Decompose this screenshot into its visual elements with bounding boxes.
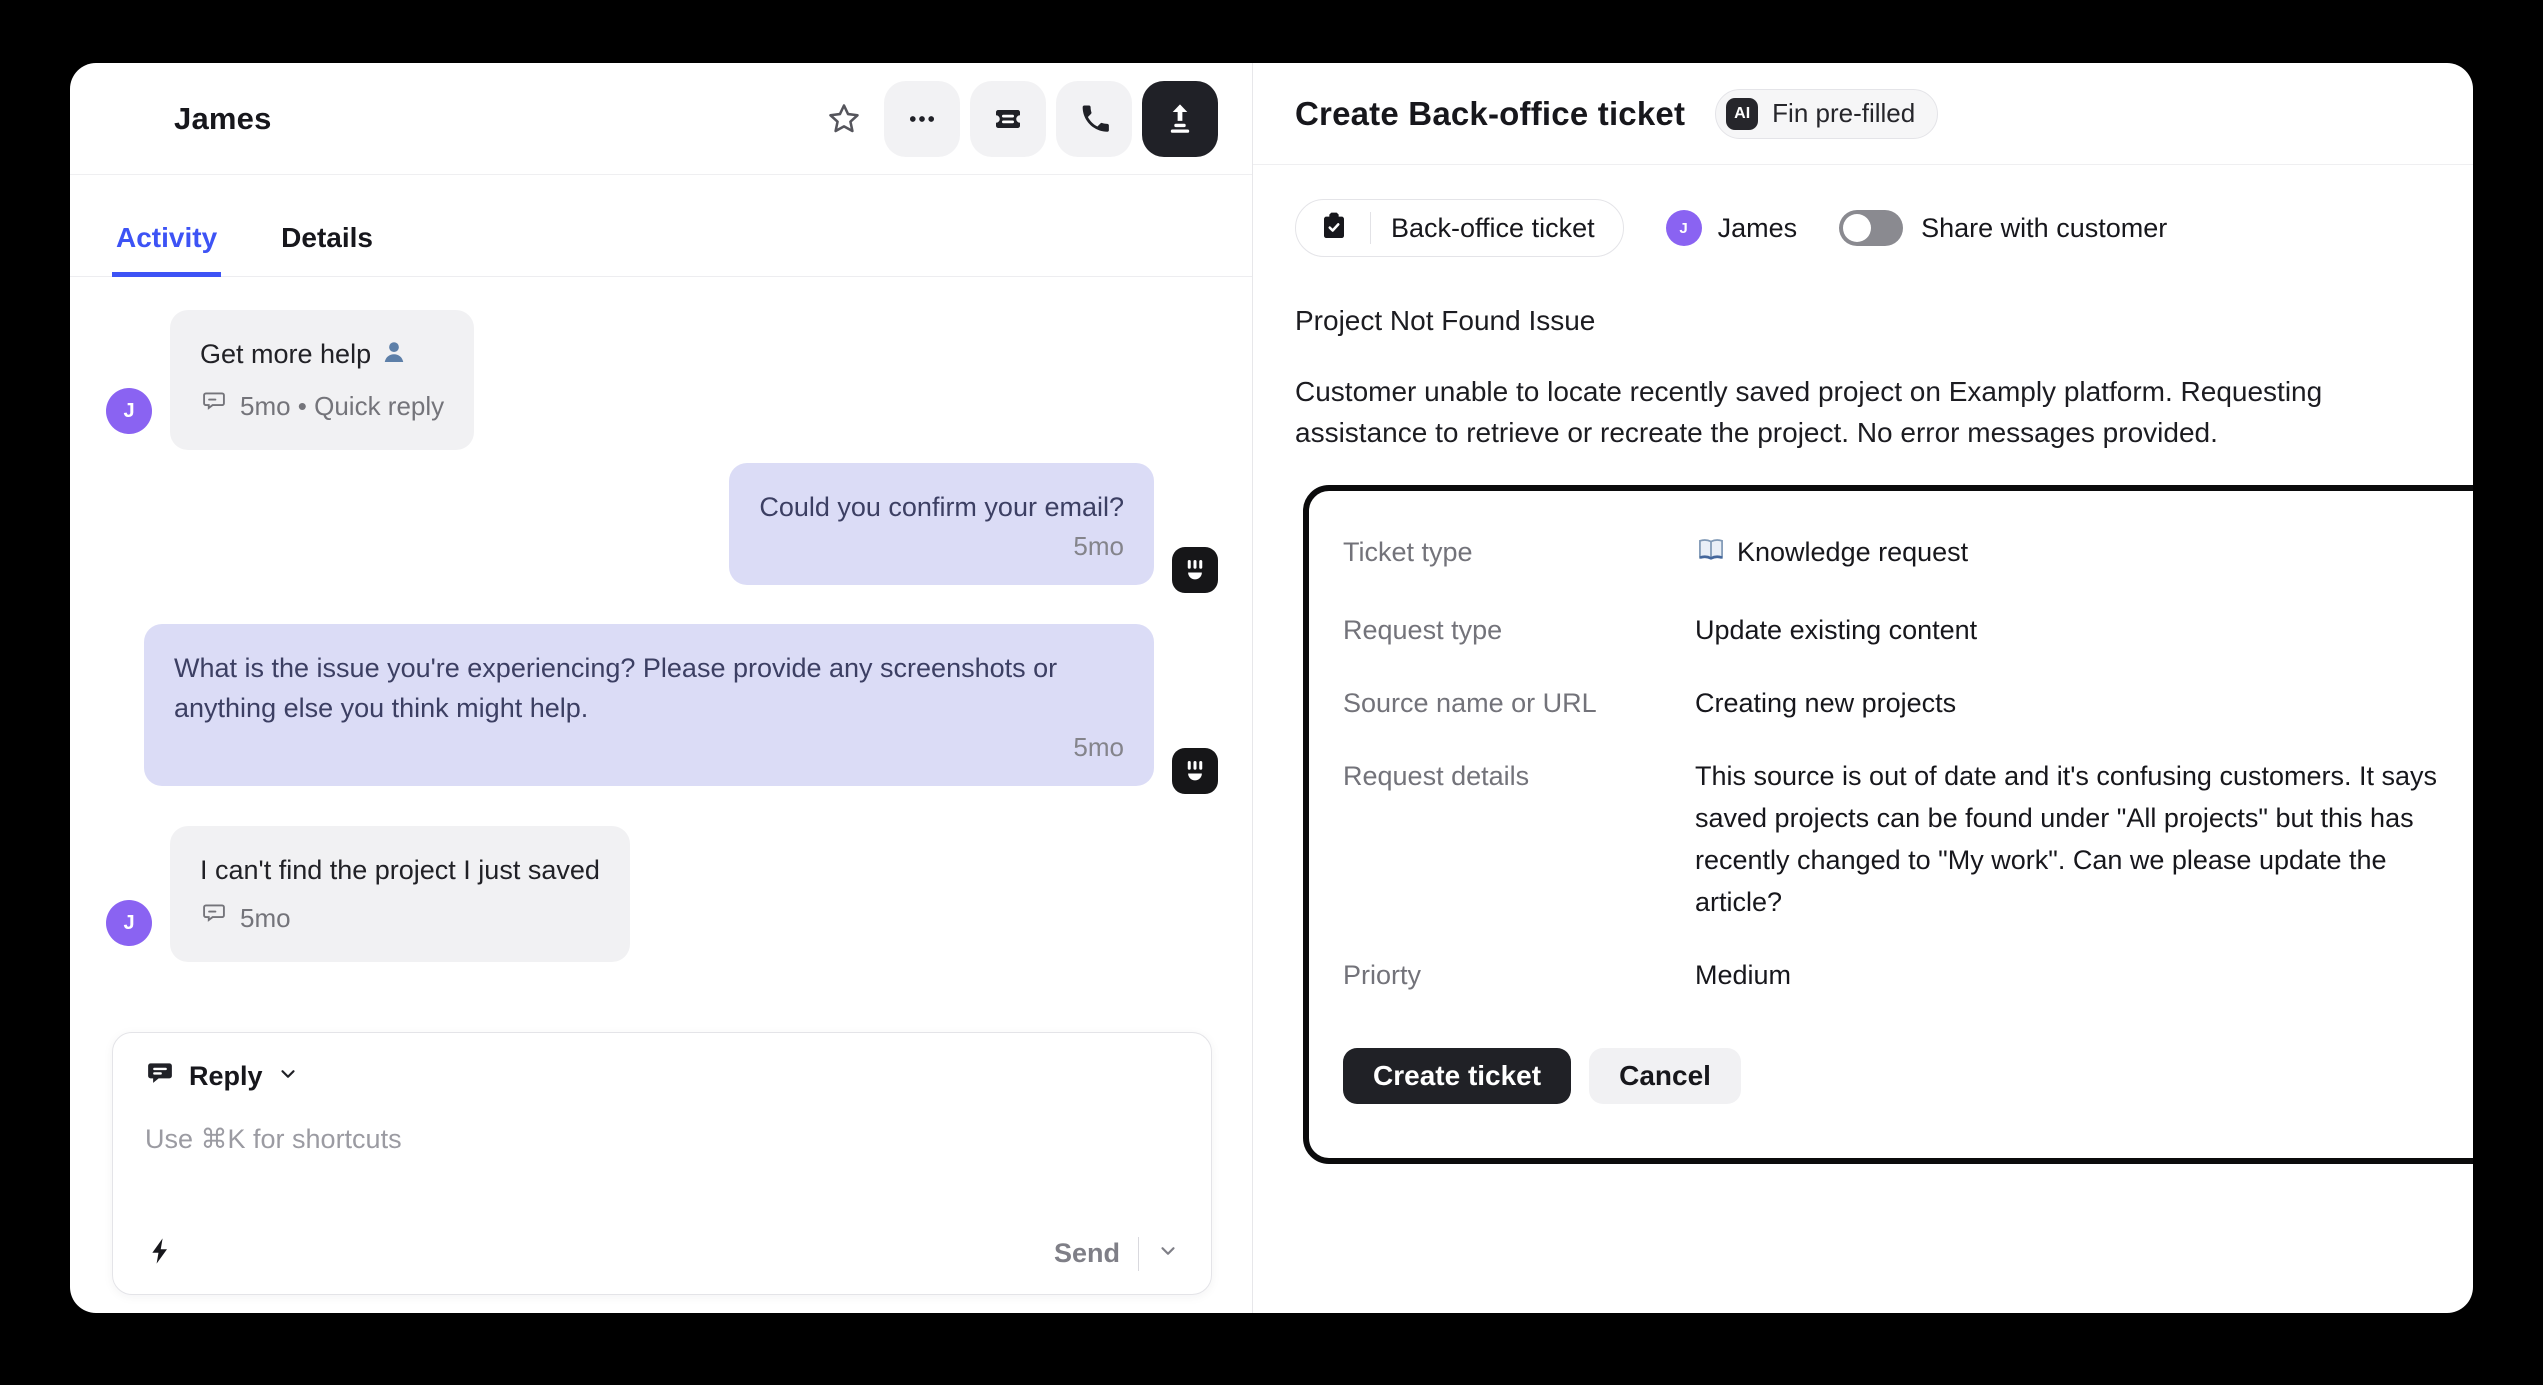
message-bubble: Could you confirm your email? 5mo bbox=[729, 463, 1154, 585]
reply-input[interactable]: Use ⌘K for shortcuts bbox=[145, 1124, 1179, 1235]
ticket-button[interactable] bbox=[970, 81, 1046, 157]
ticket-panel: Create Back-office ticket AI Fin pre-fil… bbox=[1252, 63, 2473, 1313]
message-outbound: What is the issue you're experiencing? P… bbox=[106, 624, 1218, 786]
conversation-header: James bbox=[70, 63, 1252, 175]
message-meta: 5mo • Quick reply bbox=[200, 386, 444, 426]
chat-bubble-icon bbox=[200, 898, 228, 938]
ticket-icon bbox=[990, 101, 1026, 137]
ticket-panel-title: Create Back-office ticket bbox=[1295, 95, 1685, 133]
request-details-value[interactable]: This source is out of date and it's conf… bbox=[1695, 755, 2454, 923]
message-bubble: What is the issue you're experiencing? P… bbox=[144, 624, 1154, 786]
send-close-button[interactable] bbox=[1142, 81, 1218, 157]
ticket-form: Back-office ticket J James Share with cu… bbox=[1253, 165, 2473, 1164]
send-group: Send bbox=[1054, 1237, 1179, 1271]
chip-divider bbox=[1370, 212, 1371, 244]
phone-button[interactable] bbox=[1056, 81, 1132, 157]
ticket-meta-row: Back-office ticket J James Share with cu… bbox=[1295, 199, 2433, 257]
customer-name: James bbox=[1718, 213, 1798, 244]
field-label: Request type bbox=[1343, 609, 1695, 651]
phone-icon bbox=[1077, 102, 1111, 136]
customer-chip: J James bbox=[1666, 210, 1798, 246]
message-inbound: J Get more help 5mo • Quick reply bbox=[106, 310, 1218, 450]
open-book-icon bbox=[1695, 534, 1727, 578]
field-row-priority: Priorty Medium bbox=[1343, 954, 2454, 996]
ticket-type-value[interactable]: Knowledge request bbox=[1695, 531, 1968, 578]
message-bubble: I can't find the project I just saved 5m… bbox=[170, 826, 630, 962]
share-toggle-label: Share with customer bbox=[1921, 213, 2167, 244]
star-icon bbox=[826, 101, 862, 137]
field-row-ticket-type: Ticket type Knowledge request bbox=[1343, 531, 2454, 578]
share-toggle-group: Share with customer bbox=[1839, 210, 2167, 246]
chevron-down-icon bbox=[277, 1063, 299, 1090]
field-label: Request details bbox=[1343, 755, 1695, 923]
more-button[interactable] bbox=[884, 81, 960, 157]
source-value[interactable]: Creating new projects bbox=[1695, 682, 1956, 724]
message-bubble: Get more help 5mo • Quick reply bbox=[170, 310, 474, 450]
field-row-request-details: Request details This source is out of da… bbox=[1343, 755, 2454, 923]
message-inbound: J I can't find the project I just saved … bbox=[106, 826, 1218, 962]
field-row-source: Source name or URL Creating new projects bbox=[1343, 682, 2454, 724]
app-window: James bbox=[70, 63, 2473, 1313]
conversation-tabs: Activity Details bbox=[70, 175, 1252, 277]
request-type-value[interactable]: Update existing content bbox=[1695, 609, 1977, 651]
toggle-knob bbox=[1843, 214, 1871, 242]
reply-type-dropdown[interactable]: Reply bbox=[145, 1059, 1179, 1094]
conversation-actions bbox=[814, 81, 1218, 157]
field-row-request-type: Request type Update existing content bbox=[1343, 609, 2454, 651]
ai-icon: AI bbox=[1726, 98, 1758, 130]
prefilled-fields-box: Ticket type Knowledge request Request ty… bbox=[1303, 485, 2473, 1164]
conversation-panel: James bbox=[70, 63, 1252, 1313]
message-meta: 5mo bbox=[200, 898, 600, 938]
reply-composer: Reply Use ⌘K for shortcuts Send bbox=[112, 1032, 1212, 1295]
lightning-bolt-icon[interactable] bbox=[145, 1235, 177, 1272]
reply-bubble-icon bbox=[145, 1059, 175, 1094]
clipboard-check-icon bbox=[1318, 210, 1350, 247]
customer-avatar: J bbox=[106, 900, 152, 946]
customer-avatar: J bbox=[106, 388, 152, 434]
ticket-actions: Create ticket Cancel bbox=[1343, 1048, 2454, 1104]
ticket-type-chip[interactable]: Back-office ticket bbox=[1295, 199, 1624, 257]
ticket-type-chip-label: Back-office ticket bbox=[1391, 213, 1595, 244]
field-label: Ticket type bbox=[1343, 531, 1695, 578]
conversation-title: James bbox=[174, 101, 272, 137]
message-outbound: Could you confirm your email? 5mo bbox=[106, 463, 1218, 585]
reply-type-label: Reply bbox=[189, 1061, 263, 1092]
person-silhouette-icon bbox=[379, 337, 409, 378]
create-ticket-button[interactable]: Create ticket bbox=[1343, 1048, 1571, 1104]
tab-details[interactable]: Details bbox=[277, 222, 377, 277]
ticket-description-field[interactable]: Customer unable to locate recently saved… bbox=[1295, 371, 2380, 453]
chat-bubble-icon bbox=[200, 386, 228, 426]
send-close-icon bbox=[1161, 100, 1199, 138]
composer-footer: Send bbox=[145, 1235, 1179, 1272]
message-list: J Get more help 5mo • Quick reply Could … bbox=[70, 277, 1252, 1018]
send-button[interactable]: Send bbox=[1054, 1238, 1120, 1269]
ticket-title-field[interactable]: Project Not Found Issue bbox=[1295, 305, 2433, 337]
tab-activity[interactable]: Activity bbox=[112, 222, 221, 277]
star-button[interactable] bbox=[814, 81, 874, 157]
fin-prefilled-badge: AI Fin pre-filled bbox=[1715, 89, 1938, 139]
message-time: 5mo bbox=[174, 732, 1124, 762]
customer-avatar: J bbox=[1666, 210, 1702, 246]
field-label: Priorty bbox=[1343, 954, 1695, 996]
priority-value[interactable]: Medium bbox=[1695, 954, 1791, 996]
fin-prefilled-label: Fin pre-filled bbox=[1772, 98, 1915, 129]
send-divider bbox=[1138, 1237, 1139, 1271]
cancel-button[interactable]: Cancel bbox=[1589, 1048, 1741, 1104]
more-icon bbox=[905, 102, 939, 136]
field-label: Source name or URL bbox=[1343, 682, 1695, 724]
message-time: 5mo bbox=[759, 531, 1124, 561]
send-options-chevron-icon[interactable] bbox=[1157, 1240, 1179, 1267]
ticket-panel-header: Create Back-office ticket AI Fin pre-fil… bbox=[1253, 63, 2473, 165]
share-with-customer-toggle[interactable] bbox=[1839, 210, 1903, 246]
